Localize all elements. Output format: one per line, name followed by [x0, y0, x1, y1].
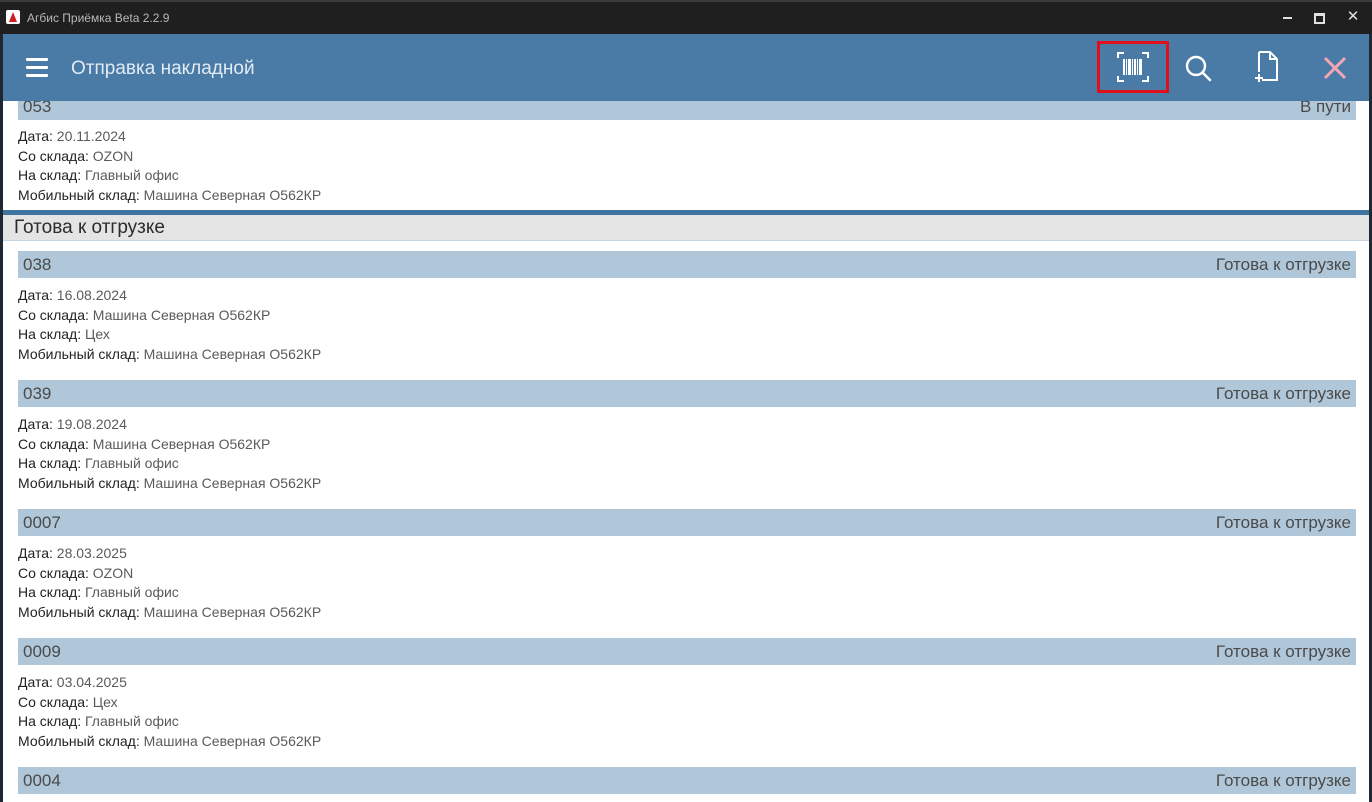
date-value: 19.08.2024 [56, 416, 127, 432]
search-button[interactable] [1167, 42, 1231, 92]
from-value: Машина Северная О562КР [92, 435, 271, 452]
mobile-label: Мобильный склад: [18, 187, 140, 204]
list-item-details: Дата: 28.03.2025 Со склада: OZON На скла… [18, 544, 321, 623]
search-icon [1185, 55, 1212, 82]
list-item-details: Дата: 03.04.2025 Со склада: Цех На склад… [18, 673, 321, 752]
from-label: Со склада: [18, 564, 89, 581]
titlebar-accent [0, 0, 1372, 2]
barcode-scan-button[interactable] [1097, 41, 1169, 93]
to-label: На склад: [18, 713, 82, 730]
list-item-details: Дата: 16.08.2024 Со склада: Машина Север… [18, 286, 321, 365]
date-label: Дата: [18, 287, 53, 303]
window-title: Агбис Приёмка Beta 2.2.9 [27, 11, 170, 25]
invoice-status: Готова к отгрузке [1215, 384, 1351, 403]
invoice-number: 039 [23, 384, 52, 403]
list-item-header[interactable]: 038 Готова к отгрузке [18, 251, 1356, 278]
new-document-icon [1255, 51, 1278, 82]
section-header: Готова к отгрузке [3, 215, 1369, 241]
toolbar: Отправка накладной [3, 34, 1369, 101]
list-item-header[interactable]: 0004 Готова к отгрузке [18, 767, 1356, 794]
page-title: Отправка накладной [71, 58, 255, 79]
close-button[interactable] [1303, 42, 1367, 92]
to-value: Главный офис [84, 167, 179, 184]
invoice-number: 0004 [23, 771, 61, 790]
maximize-icon[interactable] [1307, 8, 1331, 26]
list-item-details: Дата: 19.08.2024 Со склада: Машина Север… [18, 415, 321, 494]
date-value: 20.11.2024 [56, 128, 126, 144]
mobile-value: Машина Северная О562КР [143, 346, 322, 363]
invoice-list[interactable]: 053 В пути Дата: 20.11.2024 Со склада: O… [3, 93, 1369, 802]
from-value: OZON [92, 564, 134, 581]
mobile-value: Машина Северная О562КР [143, 475, 322, 492]
to-label: На склад: [18, 167, 82, 184]
invoice-number: 0007 [23, 513, 61, 532]
date-label: Дата: [18, 128, 53, 144]
window-close-icon[interactable]: ✕ [1341, 8, 1365, 26]
invoice-number: 038 [23, 255, 52, 274]
new-document-button[interactable] [1235, 42, 1299, 92]
list-item-header[interactable]: 0007 Готова к отгрузке [18, 509, 1356, 536]
from-label: Со склада: [18, 306, 89, 323]
section-title: Готова к отгрузке [14, 217, 165, 238]
mobile-value: Машина Северная О562КР [143, 733, 322, 750]
invoice-status: Готова к отгрузке [1215, 771, 1351, 790]
from-value: OZON [92, 147, 134, 164]
mobile-label: Мобильный склад: [18, 475, 140, 492]
from-value: Машина Северная О562КР [92, 306, 271, 323]
date-value: 03.04.2025 [56, 674, 127, 690]
from-label: Со склада: [18, 693, 89, 710]
list-item-header[interactable]: 0009 Готова к отгрузке [18, 638, 1356, 665]
invoice-status: Готова к отгрузке [1215, 255, 1351, 274]
minimize-icon[interactable] [1275, 8, 1299, 26]
date-value: 16.08.2024 [56, 287, 127, 303]
invoice-number: 0009 [23, 642, 61, 661]
mobile-label: Мобильный склад: [18, 733, 140, 750]
date-label: Дата: [18, 674, 53, 690]
to-value: Главный офис [84, 584, 179, 601]
window-titlebar: Агбис Приёмка Beta 2.2.9 ✕ [0, 0, 1372, 34]
hamburger-menu-icon[interactable] [26, 58, 48, 78]
invoice-status: Готова к отгрузке [1215, 513, 1351, 532]
to-value: Цех [84, 326, 110, 343]
from-label: Со склада: [18, 435, 89, 452]
mobile-label: Мобильный склад: [18, 604, 140, 621]
app-logo-icon [6, 10, 20, 24]
invoice-status: Готова к отгрузке [1215, 642, 1351, 661]
to-label: На склад: [18, 326, 82, 343]
barcode-scan-icon [1117, 52, 1149, 82]
list-item-details: Дата: 20.11.2024 Со склада: OZON На скла… [18, 127, 321, 206]
to-value: Главный офис [84, 455, 179, 472]
from-label: Со склада: [18, 147, 89, 164]
to-label: На склад: [18, 455, 82, 472]
app-frame: Отправка накладной 053 В пути Дата: 20.1… [3, 34, 1369, 802]
to-value: Главный офис [84, 713, 179, 730]
from-value: Цех [92, 693, 118, 710]
list-item-header[interactable]: 039 Готова к отгрузке [18, 380, 1356, 407]
to-label: На склад: [18, 584, 82, 601]
mobile-label: Мобильный склад: [18, 346, 140, 363]
date-label: Дата: [18, 545, 53, 561]
mobile-value: Машина Северная О562КР [143, 187, 322, 204]
mobile-value: Машина Северная О562КР [143, 604, 322, 621]
close-icon [1323, 56, 1347, 80]
date-label: Дата: [18, 416, 53, 432]
date-value: 28.03.2025 [56, 545, 127, 561]
